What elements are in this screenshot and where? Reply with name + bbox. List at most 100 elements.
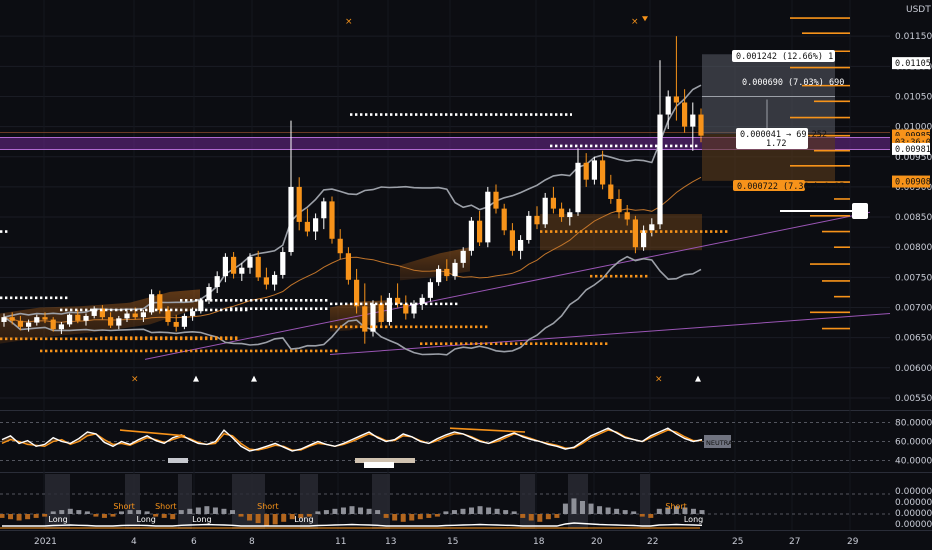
osc2-long-label: Long bbox=[137, 515, 156, 524]
candle-bear bbox=[583, 162, 589, 180]
cross-marker-icon: × bbox=[131, 375, 139, 385]
candle-bull bbox=[222, 256, 228, 277]
candle-bear bbox=[132, 313, 138, 318]
osc2-histogram-bar bbox=[631, 511, 637, 514]
osc2-histogram-bar bbox=[42, 514, 48, 517]
osc2-histogram-bar bbox=[614, 508, 620, 514]
candle-bear bbox=[337, 238, 343, 254]
time-tick-label: 4 bbox=[131, 537, 137, 547]
osc2-histogram-bar bbox=[562, 503, 568, 514]
osc2-histogram-bar bbox=[375, 510, 381, 514]
measure-label-4: 0.000722 (7.36%) 0.95 bbox=[733, 180, 844, 192]
osc2-histogram-bar bbox=[247, 514, 253, 521]
candle-bull bbox=[272, 274, 278, 285]
candle-bull bbox=[567, 212, 573, 218]
candle-bear bbox=[682, 102, 688, 127]
osc2-histogram-bar bbox=[383, 514, 389, 518]
osc2-histogram-bar bbox=[537, 514, 543, 522]
candle-bull bbox=[239, 267, 245, 274]
osc2-histogram-bar bbox=[110, 514, 116, 517]
osc2-signal-column bbox=[520, 474, 535, 529]
osc1-tick-label: 40.000000 bbox=[895, 457, 932, 467]
osc2-short-label: Short bbox=[257, 502, 278, 511]
osc2-histogram-bar bbox=[434, 514, 440, 517]
cross-marker-icon: × bbox=[345, 17, 353, 27]
osc2-tick-label: 0.000000 bbox=[895, 509, 932, 519]
osc1-divergence-2 bbox=[449, 427, 526, 433]
candle-bear bbox=[173, 321, 179, 327]
candle-bear bbox=[698, 114, 704, 136]
candle-bull bbox=[575, 162, 581, 213]
price-tag[interactable]: 0.009811 bbox=[892, 142, 932, 155]
candle-bear bbox=[9, 317, 15, 321]
candle-bear bbox=[329, 201, 335, 239]
osc2-histogram-bar bbox=[204, 506, 210, 514]
osc2-histogram-bar bbox=[255, 514, 261, 524]
osc2-histogram-bar bbox=[212, 507, 218, 514]
osc2-short-label: Short bbox=[155, 502, 176, 511]
osc2-histogram-bar bbox=[451, 510, 457, 514]
price-axis-panel[interactable] bbox=[890, 0, 932, 530]
osc2-signal-column bbox=[178, 474, 192, 529]
candle-bear bbox=[550, 197, 556, 209]
osc2-histogram-bar bbox=[699, 510, 705, 514]
osc2-tick-label: 0.000000 bbox=[895, 498, 932, 508]
osc2-histogram-bar bbox=[494, 508, 500, 514]
candle-bear bbox=[534, 215, 540, 225]
price-tag[interactable]: 0.009089 bbox=[892, 175, 932, 188]
osc2-histogram-bar bbox=[264, 514, 270, 526]
measure-label-1-text: 0.001242 (12.66%) 1.09 bbox=[736, 52, 849, 62]
time-tick-label: 8 bbox=[249, 537, 255, 547]
osc1-marker-3 bbox=[364, 462, 394, 468]
trading-chart[interactable]: × × × × 0.001242 (12.66%) 1.09 0.000690 (7.03… bbox=[0, 0, 932, 550]
osc2-histogram-bar bbox=[409, 514, 415, 521]
osc2-short-label: Short bbox=[665, 502, 686, 511]
osc2-histogram-bar bbox=[477, 506, 483, 514]
osc2-histogram-bar bbox=[460, 508, 466, 514]
candle-bear bbox=[108, 317, 114, 326]
candle-bear bbox=[75, 314, 81, 321]
candle-bull bbox=[288, 186, 294, 253]
osc2-histogram-bar bbox=[417, 514, 423, 520]
candle-bull bbox=[34, 317, 40, 323]
candle-bear bbox=[477, 220, 483, 243]
candle-bull bbox=[116, 318, 122, 326]
candle-bull bbox=[452, 262, 458, 277]
candle-bull bbox=[386, 297, 392, 322]
osc2-histogram-bar bbox=[119, 511, 125, 514]
candle-bull bbox=[657, 114, 663, 225]
candle-bull bbox=[67, 314, 73, 325]
target-marker[interactable] bbox=[852, 203, 868, 220]
osc2-histogram-bar bbox=[639, 514, 645, 517]
measure-label-1: 0.001242 (12.66%) 1.09 bbox=[732, 50, 849, 62]
candle-bull bbox=[518, 239, 524, 251]
time-tick-label: 18 bbox=[533, 537, 545, 547]
candle-bull bbox=[485, 191, 491, 243]
osc2-histogram-bar bbox=[443, 511, 449, 514]
osc2-histogram-bar bbox=[400, 514, 406, 522]
osc2-histogram-bar bbox=[84, 511, 90, 514]
time-tick-label: 11 bbox=[335, 537, 346, 547]
price-tag-text: 0.009089 bbox=[895, 178, 932, 188]
candle-bull bbox=[591, 160, 597, 180]
osc2-histogram-bar bbox=[588, 503, 594, 514]
osc2-histogram-bar bbox=[59, 510, 65, 514]
osc2-histogram-bar bbox=[8, 514, 14, 520]
time-tick-label: 22 bbox=[647, 537, 658, 547]
osc2-histogram-bar bbox=[281, 514, 287, 522]
candle-bull bbox=[411, 303, 417, 314]
currency-label: USDT bbox=[906, 5, 931, 15]
osc2-histogram-bar bbox=[392, 514, 398, 521]
osc1-white-line bbox=[1, 427, 703, 452]
candle-bear bbox=[493, 191, 499, 209]
time-tick-label: 20 bbox=[591, 537, 603, 547]
price-tick-label: 0.011500 bbox=[895, 32, 932, 42]
osc1-marker-1 bbox=[168, 458, 188, 463]
price-tick-label: 0.008000 bbox=[895, 243, 932, 253]
candle-bull bbox=[247, 256, 253, 268]
measure-box-upper bbox=[702, 54, 835, 134]
osc2-histogram-bar bbox=[272, 514, 278, 525]
price-tag[interactable]: 0.011053 bbox=[892, 57, 932, 70]
time-tick-label: 6 bbox=[191, 537, 197, 547]
osc2-histogram-bar bbox=[50, 511, 56, 514]
